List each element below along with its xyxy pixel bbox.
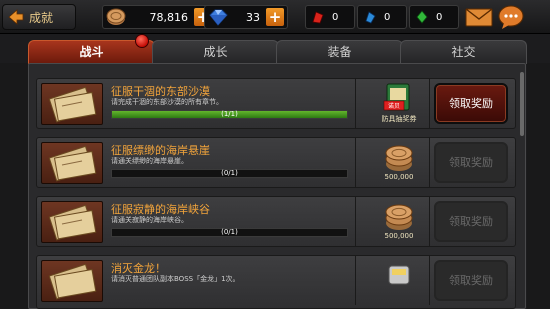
back-button[interactable]: 成就 bbox=[2, 4, 76, 30]
divider bbox=[355, 138, 356, 187]
divider bbox=[355, 79, 356, 128]
achievement-row: 征服干涸的东部沙漠 请完成干涸的东部沙漠的所有章节。 (1/1) 诺贝 防具抽奖… bbox=[36, 78, 516, 129]
divider bbox=[355, 256, 356, 305]
top-bar: 成就 78,816 + 33 + 0 0 0 bbox=[0, 0, 550, 34]
gem-counter: 33 + bbox=[204, 5, 288, 29]
left-backdrop bbox=[0, 63, 28, 309]
coin-icon bbox=[106, 8, 126, 25]
reward-slot: 500,000 bbox=[376, 199, 422, 245]
reward-label: 防具抽奖券 bbox=[381, 115, 417, 123]
scroll-map-icon bbox=[41, 260, 103, 302]
achievement-desc: 请通关缥缈的海岸悬崖。 bbox=[111, 157, 188, 165]
coin-stack-icon bbox=[385, 204, 413, 230]
reward-slot: 500,000 bbox=[376, 140, 422, 186]
back-arrow-icon bbox=[8, 9, 24, 25]
tab-equipment[interactable]: 装备 bbox=[276, 40, 403, 64]
progress-bar: (0/1) bbox=[111, 169, 348, 178]
notification-dot bbox=[135, 34, 149, 48]
gem-value: 33 bbox=[246, 10, 260, 24]
scroll-map-icon bbox=[41, 83, 103, 125]
achievement-row: 消灭金龙！ 请消灭普通团队副本BOSS「金龙」1次。 领取奖励 bbox=[36, 255, 516, 309]
divider bbox=[429, 138, 430, 187]
coin-counter: 78,816 + bbox=[102, 5, 216, 29]
scroll-map-icon bbox=[41, 142, 103, 184]
divider bbox=[355, 197, 356, 246]
achievement-desc: 请通关寂静的海岸峡谷。 bbox=[111, 216, 188, 224]
divider bbox=[429, 197, 430, 246]
progress-text: (1/1) bbox=[221, 110, 238, 118]
right-backdrop bbox=[527, 63, 550, 309]
achievement-desc: 请消灭普通团队副本BOSS「金龙」1次。 bbox=[111, 275, 240, 283]
divider bbox=[429, 256, 430, 305]
progress-text: (0/1) bbox=[221, 228, 238, 236]
gem-icon bbox=[209, 9, 228, 26]
reward-badge: 诺贝 bbox=[388, 102, 400, 110]
tab-growth[interactable]: 成长 bbox=[152, 40, 279, 64]
achievement-row: 征服缥缈的海岸悬崖 请通关缥缈的海岸悬崖。 (0/1) 500,000 领取奖励 bbox=[36, 137, 516, 188]
reward-slot bbox=[376, 258, 422, 304]
green-crystal-counter: 0 bbox=[409, 5, 459, 29]
coin-stack-icon bbox=[385, 145, 413, 171]
scroll-map-icon bbox=[41, 201, 103, 243]
coin-value: 78,816 bbox=[149, 10, 189, 24]
reward-slot: 诺贝 防具抽奖券 bbox=[376, 81, 422, 127]
progress-bar: (1/1) bbox=[111, 110, 348, 119]
add-gems-button[interactable]: + bbox=[266, 8, 284, 26]
blue-crystal-counter: 0 bbox=[357, 5, 407, 29]
claim-reward-button[interactable]: 领取奖励 bbox=[434, 201, 508, 242]
achievement-row: 征服寂静的海岸峡谷 请通关寂静的海岸峡谷。 (0/1) 500,000 领取奖励 bbox=[36, 196, 516, 247]
achievement-desc: 请完成干涸的东部沙漠的所有章节。 bbox=[111, 98, 223, 106]
blue-crystal-icon bbox=[365, 11, 376, 24]
reward-label: 500,000 bbox=[384, 173, 414, 181]
divider bbox=[429, 79, 430, 128]
progress-text: (0/1) bbox=[221, 169, 238, 177]
claim-reward-button[interactable]: 领取奖励 bbox=[434, 260, 508, 301]
claim-reward-button[interactable]: 领取奖励 bbox=[434, 83, 508, 124]
green-crystal-icon bbox=[416, 10, 428, 24]
red-crystal-counter: 0 bbox=[305, 5, 355, 29]
mail-icon[interactable] bbox=[464, 4, 494, 30]
claim-reward-button[interactable]: 领取奖励 bbox=[434, 142, 508, 183]
trophy-icon bbox=[388, 265, 410, 285]
blue-crystal-value: 0 bbox=[384, 11, 391, 23]
tab-social[interactable]: 社交 bbox=[400, 40, 527, 64]
green-crystal-value: 0 bbox=[436, 11, 443, 23]
progress-bar: (0/1) bbox=[111, 228, 348, 237]
voucher-icon: 诺贝 bbox=[383, 83, 410, 111]
red-crystal-icon bbox=[312, 11, 324, 24]
scrollbar[interactable] bbox=[520, 72, 524, 136]
back-label: 成就 bbox=[29, 10, 54, 25]
red-crystal-value: 0 bbox=[332, 11, 339, 23]
reward-label: 500,000 bbox=[384, 232, 414, 240]
chat-icon[interactable] bbox=[496, 4, 526, 30]
